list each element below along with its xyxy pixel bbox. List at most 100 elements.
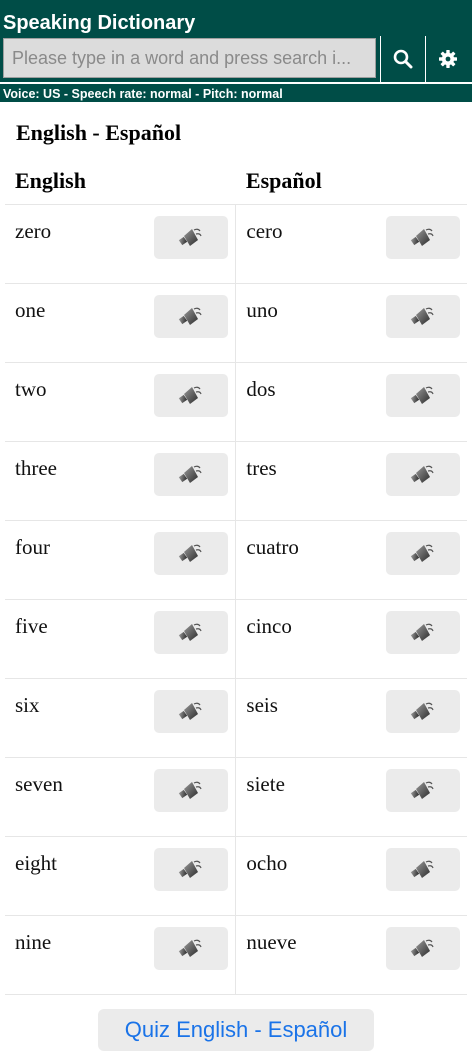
speak-english-button[interactable] — [154, 453, 229, 496]
speak-cell-english — [142, 678, 237, 758]
speak-english-button[interactable] — [154, 927, 229, 970]
speak-cell-espanol — [373, 520, 467, 600]
speak-espanol-button[interactable] — [385, 374, 460, 417]
speak-cell-english — [142, 757, 237, 837]
column-header-english: English — [5, 158, 236, 205]
word-english: seven — [5, 757, 143, 837]
word-espanol: tres — [235, 441, 374, 521]
speak-cell-english — [142, 362, 237, 442]
speak-cell-espanol — [373, 599, 467, 679]
word-espanol: nueve — [235, 915, 374, 995]
search-row — [0, 36, 472, 82]
speak-cell-espanol — [373, 836, 467, 916]
word-english: zero — [5, 204, 143, 284]
word-espanol: seis — [235, 678, 374, 758]
speaker-icon — [410, 386, 434, 404]
speak-cell-english — [142, 836, 237, 916]
quiz-button[interactable]: Quiz English - Español — [98, 1009, 374, 1051]
app-header: Speaking Dictionary Please type in a wor… — [0, 0, 472, 102]
table-row: three tres — [5, 441, 467, 521]
speak-english-button[interactable] — [154, 216, 229, 259]
speak-english-button[interactable] — [154, 532, 229, 575]
table-row: one uno — [5, 283, 467, 363]
speaker-icon — [410, 307, 434, 325]
word-english: six — [5, 678, 143, 758]
speak-cell-english — [142, 915, 237, 995]
speaker-icon — [179, 465, 202, 483]
speak-english-button[interactable] — [154, 611, 229, 654]
speaker-icon — [410, 939, 434, 957]
table-row: eight ocho — [5, 836, 467, 916]
speaker-icon — [410, 860, 434, 878]
table-row: nine nueve — [5, 915, 467, 995]
speak-espanol-button[interactable] — [385, 611, 460, 654]
speaker-icon — [410, 465, 434, 483]
speak-espanol-button[interactable] — [385, 532, 460, 575]
speak-cell-espanol — [373, 283, 467, 363]
word-english: one — [5, 283, 143, 363]
search-button[interactable] — [380, 36, 425, 82]
word-espanol: siete — [235, 757, 374, 837]
speak-espanol-button[interactable] — [385, 690, 460, 733]
speak-cell-english — [142, 441, 237, 521]
word-english: three — [5, 441, 143, 521]
speak-english-button[interactable] — [154, 769, 229, 812]
speak-espanol-button[interactable] — [385, 295, 460, 338]
speak-cell-english — [142, 599, 237, 679]
speaker-icon — [179, 307, 202, 325]
app-title: Speaking Dictionary — [3, 12, 196, 34]
speak-cell-espanol — [373, 204, 467, 284]
speaker-icon — [410, 702, 434, 720]
section-title: English - Español — [16, 120, 182, 145]
speak-espanol-button[interactable] — [385, 216, 460, 259]
gear-icon — [439, 50, 457, 68]
speaker-icon — [179, 544, 202, 562]
speaker-icon — [179, 939, 202, 957]
speaker-icon — [179, 623, 202, 641]
speak-cell-espanol — [373, 915, 467, 995]
speak-espanol-button[interactable] — [385, 453, 460, 496]
speaker-icon — [179, 781, 202, 799]
word-espanol: uno — [235, 283, 374, 363]
speaker-icon — [410, 544, 434, 562]
word-english: eight — [5, 836, 143, 916]
voice-settings-info: Voice: US - Speech rate: normal - Pitch:… — [0, 82, 472, 102]
speak-cell-english — [142, 283, 237, 363]
table-row: zero cero — [5, 204, 467, 284]
word-english: two — [5, 362, 143, 442]
table-row: seven siete — [5, 757, 467, 837]
column-header-espanol: Español — [235, 158, 467, 205]
speak-cell-espanol — [373, 678, 467, 758]
speak-cell-espanol — [373, 757, 467, 837]
speaker-icon — [179, 702, 202, 720]
speak-cell-espanol — [373, 441, 467, 521]
speaker-icon — [410, 781, 434, 799]
settings-button[interactable] — [425, 36, 470, 82]
word-table: English Español zero cero one uno two dos thre… — [5, 158, 467, 995]
word-espanol: cero — [235, 204, 374, 284]
speaker-icon — [410, 228, 434, 246]
speak-cell-english — [142, 204, 237, 284]
speak-espanol-button[interactable] — [385, 927, 460, 970]
search-input[interactable] — [3, 38, 376, 78]
speak-cell-english — [142, 520, 237, 600]
word-espanol: ocho — [235, 836, 374, 916]
speak-english-button[interactable] — [154, 295, 229, 338]
word-espanol: dos — [235, 362, 374, 442]
word-english: nine — [5, 915, 143, 995]
speaker-icon — [179, 228, 202, 246]
speaker-icon — [410, 623, 434, 641]
speak-espanol-button[interactable] — [385, 848, 460, 891]
table-row: five cinco — [5, 599, 467, 679]
word-english: four — [5, 520, 143, 600]
speak-english-button[interactable] — [154, 690, 229, 733]
word-espanol: cinco — [235, 599, 374, 679]
table-row: six seis — [5, 678, 467, 758]
speaker-icon — [179, 860, 202, 878]
speak-espanol-button[interactable] — [385, 769, 460, 812]
table-row: four cuatro — [5, 520, 467, 600]
speak-english-button[interactable] — [154, 848, 229, 891]
quiz-container: Quiz English - Español — [0, 1009, 472, 1051]
table-header-row: English Español — [5, 158, 467, 205]
speak-english-button[interactable] — [154, 374, 229, 417]
